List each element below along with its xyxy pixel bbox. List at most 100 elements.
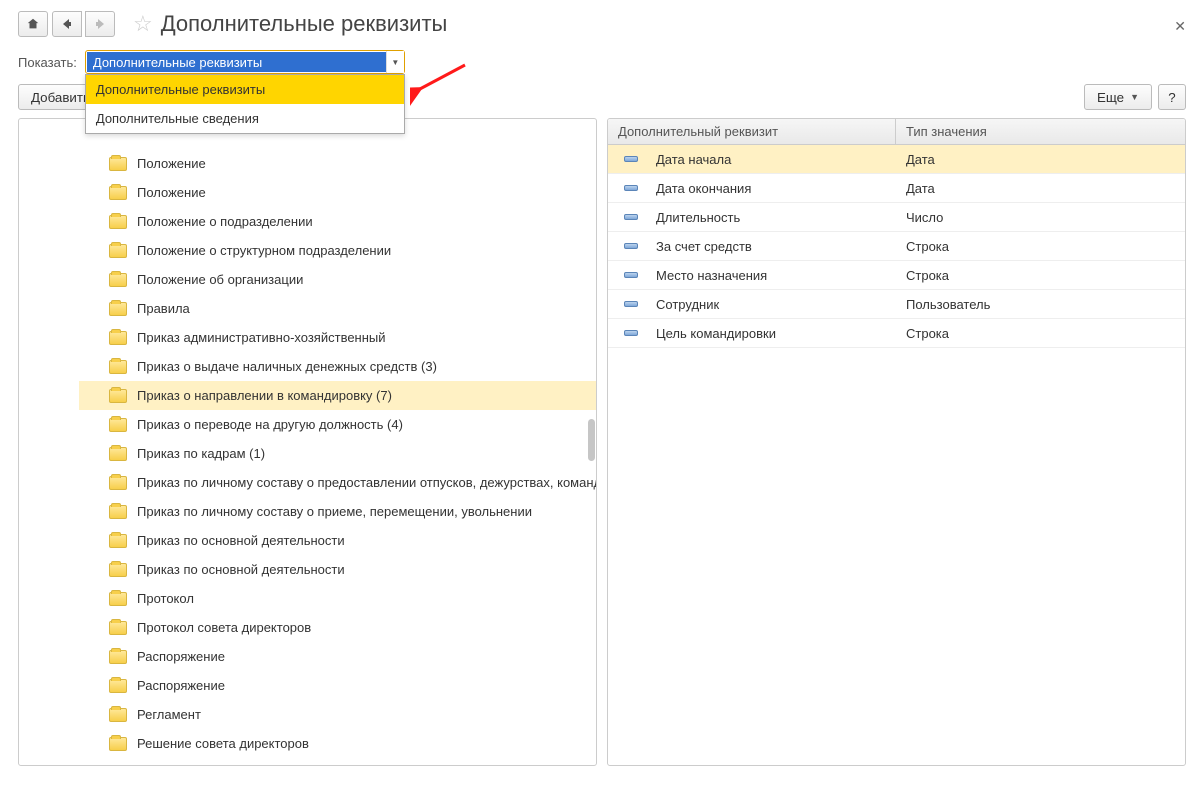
tree-item-label: Приказ по личному составу о приеме, пере… xyxy=(137,504,532,519)
tree-item[interactable]: Положение xyxy=(79,149,596,178)
tree-item[interactable]: Протокол совета директоров xyxy=(79,613,596,642)
tree-item[interactable]: Положение об организации xyxy=(79,265,596,294)
tree-item-label: Протокол xyxy=(137,591,194,606)
table-row[interactable]: ДлительностьЧисло xyxy=(608,203,1185,232)
page-title: Дополнительные реквизиты xyxy=(161,11,448,37)
filter-option[interactable]: Дополнительные реквизиты xyxy=(86,75,404,104)
folder-icon xyxy=(109,360,127,374)
folder-icon xyxy=(109,650,127,664)
folder-icon xyxy=(109,447,127,461)
tree-item-label: Приказ административно-хозяйственный xyxy=(137,330,386,345)
tree-item-label: Регламент xyxy=(137,707,201,722)
tree-item[interactable]: Приказ административно-хозяйственный xyxy=(79,323,596,352)
attribute-icon xyxy=(624,330,638,336)
attribute-type: Число xyxy=(896,210,1185,225)
tree-item[interactable]: Приказ о переводе на другую должность (4… xyxy=(79,410,596,439)
table-row[interactable]: Место назначенияСтрока xyxy=(608,261,1185,290)
attribute-type: Строка xyxy=(896,239,1185,254)
tree-item[interactable]: Положение о структурном подразделении xyxy=(79,236,596,265)
favorite-star-icon[interactable]: ☆ xyxy=(133,11,153,37)
tree-item[interactable]: Распоряжение xyxy=(79,642,596,671)
attribute-type: Пользователь xyxy=(896,297,1185,312)
table-header-name[interactable]: Дополнительный реквизит xyxy=(608,119,896,144)
forward-button[interactable] xyxy=(85,11,115,37)
attribute-name: Сотрудник xyxy=(656,297,719,312)
tree-item-label: Приказ по личному составу о предоставлен… xyxy=(137,475,596,490)
tree-item[interactable]: Приказ по основной деятельности xyxy=(79,555,596,584)
tree-item-label: Приказ о выдаче наличных денежных средст… xyxy=(137,359,437,374)
filter-combo[interactable]: ▼ Дополнительные реквизиты Дополнительны… xyxy=(85,50,405,74)
tree-item-label: Положение xyxy=(137,185,206,200)
arrow-left-icon xyxy=(62,19,72,29)
tree-item-label: Приказ по основной деятельности xyxy=(137,562,345,577)
tree-item[interactable]: Приказ по кадрам (1) xyxy=(79,439,596,468)
tree-item[interactable]: Приказ по личному составу о предоставлен… xyxy=(79,468,596,497)
tree-item[interactable]: Распоряжение xyxy=(79,671,596,700)
folder-icon xyxy=(109,534,127,548)
attribute-name: Цель командировки xyxy=(656,326,776,341)
tree-item[interactable]: Приказ по основной деятельности xyxy=(79,526,596,555)
scrollbar-thumb[interactable] xyxy=(588,419,595,461)
tree-item-label: Распоряжение xyxy=(137,678,225,693)
filter-option[interactable]: Дополнительные сведения xyxy=(86,104,404,133)
tree-item[interactable]: Правила xyxy=(79,294,596,323)
add-button-label: Добавить xyxy=(31,90,90,105)
tree-panel: Положение Положение Положение о подразделе… xyxy=(18,118,597,766)
table-row[interactable]: Дата началаДата xyxy=(608,145,1185,174)
tree-item-label: Распоряжение xyxy=(137,649,225,664)
attribute-icon xyxy=(624,243,638,249)
tree-item[interactable]: Положение xyxy=(79,178,596,207)
table-row[interactable]: Цель командировки Строка xyxy=(608,319,1185,348)
tree-item[interactable]: Протокол xyxy=(79,584,596,613)
attribute-type: Дата xyxy=(896,152,1185,167)
tree-item-label: Протокол совета директоров xyxy=(137,620,311,635)
folder-icon xyxy=(109,331,127,345)
close-button[interactable]: ✕ xyxy=(1174,18,1186,35)
filter-dropdown: Дополнительные реквизиты Дополнительные … xyxy=(85,74,405,134)
table-row[interactable]: Сотрудник Пользователь xyxy=(608,290,1185,319)
attribute-name: Дата окончания xyxy=(656,181,751,196)
folder-icon xyxy=(109,737,127,751)
tree-item-label: Приказ по кадрам (1) xyxy=(137,446,265,461)
tree-item-label: Положение о структурном подразделении xyxy=(137,243,391,258)
tree-item-label: Положение о подразделении xyxy=(137,214,313,229)
folder-icon xyxy=(109,679,127,693)
folder-icon xyxy=(109,476,127,490)
home-button[interactable] xyxy=(18,11,48,37)
tree-item-label: Положение об организации xyxy=(137,272,303,287)
home-icon xyxy=(26,17,40,31)
folder-icon xyxy=(109,621,127,635)
filter-label: Показать: xyxy=(18,55,77,70)
more-button-label: Еще xyxy=(1097,90,1124,105)
folder-icon xyxy=(109,418,127,432)
tree-item-label: Правила xyxy=(137,301,190,316)
folder-icon xyxy=(109,302,127,316)
attribute-name: Место назначения xyxy=(656,268,767,283)
table-row[interactable]: За счет средствСтрока xyxy=(608,232,1185,261)
folder-icon xyxy=(109,273,127,287)
attribute-icon xyxy=(624,301,638,307)
more-button[interactable]: Еще▼ xyxy=(1084,84,1152,110)
table-header-type[interactable]: Тип значения xyxy=(896,119,1185,144)
table-row[interactable]: Дата окончания Дата xyxy=(608,174,1185,203)
help-button[interactable]: ? xyxy=(1158,84,1186,110)
tree-item[interactable]: Решение совета директоров xyxy=(79,729,596,758)
attribute-icon xyxy=(624,214,638,220)
folder-icon xyxy=(109,592,127,606)
tree-item[interactable]: Приказ о выдаче наличных денежных средст… xyxy=(79,352,596,381)
folder-icon xyxy=(109,157,127,171)
filter-input[interactable] xyxy=(87,52,386,72)
tree-item[interactable]: Приказ по личному составу о приеме, пере… xyxy=(79,497,596,526)
tree-item[interactable]: Положение о подразделении xyxy=(79,207,596,236)
folder-icon xyxy=(109,708,127,722)
tree-item[interactable]: Приказ о направлении в командировку (7) xyxy=(79,381,596,410)
back-button[interactable] xyxy=(52,11,82,37)
attribute-type: Строка xyxy=(896,326,1185,341)
filter-dropdown-arrow[interactable]: ▼ xyxy=(386,51,404,73)
folder-icon xyxy=(109,389,127,403)
tree-item[interactable]: Регламент xyxy=(79,700,596,729)
folder-icon xyxy=(109,563,127,577)
tree-item-label: Положение xyxy=(137,156,206,171)
tree-item-label: Приказ по основной деятельности xyxy=(137,533,345,548)
attribute-type: Дата xyxy=(896,181,1185,196)
